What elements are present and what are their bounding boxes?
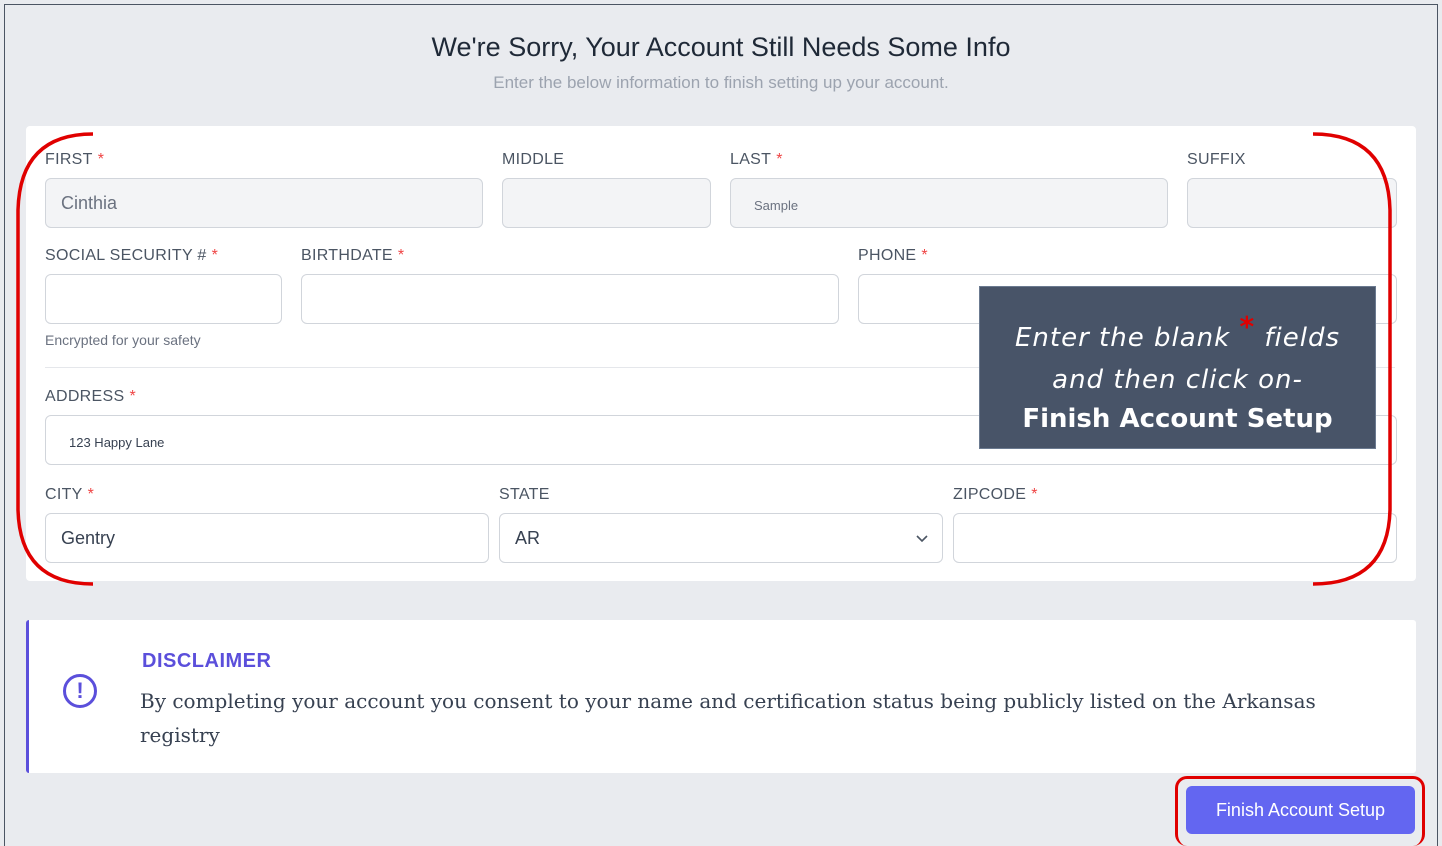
callout-line-1: Enter the blank * fields — [1014, 310, 1341, 353]
instruction-callout: Enter the blank * fields and then click … — [979, 286, 1376, 449]
exclamation-circle-icon: ! — [63, 674, 97, 708]
finish-account-setup-button[interactable]: Finish Account Setup — [1186, 786, 1415, 834]
disclaimer-text: By completing your account you consent t… — [140, 689, 1316, 747]
callout-line-2: and then click on- — [1052, 365, 1303, 395]
callout-line-3: Finish Account Setup — [1022, 404, 1333, 434]
disclaimer-panel: ! DISCLAIMER By completing your account … — [26, 620, 1416, 773]
disclaimer-title: DISCLAIMER — [142, 650, 272, 672]
